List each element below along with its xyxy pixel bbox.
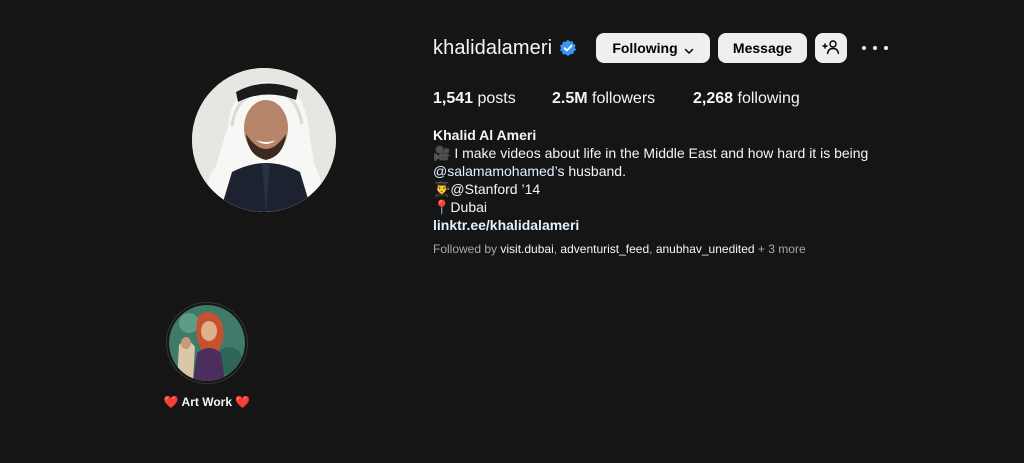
highlight-label: ❤️ Art Work ❤️ [163,395,251,409]
more-options-icon[interactable] [862,38,888,58]
followed-by-account[interactable]: adventurist_feed [560,242,649,256]
message-button[interactable]: Message [718,33,807,63]
username: khalidalameri [433,36,553,59]
posts-number: 1,541 [433,90,474,107]
followed-by-separator: , [649,242,656,256]
highlight-cover-image [169,305,245,381]
followed-by-prefix: Followed by [433,242,501,256]
suggested-accounts-button[interactable] [815,33,847,63]
following-number: 2,268 [693,90,734,107]
posts-label: posts [473,90,516,107]
more-dot [884,46,888,50]
story-highlight[interactable] [166,302,248,384]
followed-by-account[interactable]: anubhav_unedited [656,242,755,256]
following-button[interactable]: Following [596,33,710,63]
bio-line-location: 📍Dubai [433,199,488,215]
highlight-cover [169,305,245,381]
bio-line-education: 👨‍🎓@Stanford ’14 [433,181,541,197]
followers-label: followers [587,90,656,107]
username-row: khalidalameri [433,30,577,66]
followed-by-account[interactable]: visit.dubai [500,242,553,256]
chevron-down-icon [684,43,694,54]
profile-bio: Khalid Al Ameri 🎥 I make videos about li… [433,126,1003,234]
following-button-label: Following [612,40,678,56]
followers-number: 2.5M [552,90,588,107]
bio-line: 🎥 I make videos about life in the Middle… [433,144,1003,180]
bio-link[interactable]: linktr.ee/khalidalameri [433,216,1003,234]
followed-by-more[interactable]: + 3 more [755,242,806,256]
bio-mention[interactable]: @salamamohamed [433,163,555,179]
full-name: Khalid Al Ameri [433,127,537,143]
profile-photo [192,68,336,212]
posts-count: 1,541 posts [433,90,516,108]
add-person-icon [822,39,840,58]
followers-count[interactable]: 2.5M followers [552,90,655,108]
more-dot [862,46,866,50]
profile-avatar[interactable] [192,68,336,212]
more-dot [873,46,877,50]
verified-badge-icon [559,39,577,57]
message-button-label: Message [732,40,793,56]
bio-text-suffix: ’s husband. [554,163,626,179]
bio-text: 🎥 I make videos about life in the Middle… [433,145,869,161]
profile-page: khalidalameri Following Message 1,541 po… [0,0,1024,463]
following-label: following [733,90,800,107]
followed-by: Followed by visit.dubai, adventurist_fee… [433,242,806,256]
following-count[interactable]: 2,268 following [693,90,800,108]
